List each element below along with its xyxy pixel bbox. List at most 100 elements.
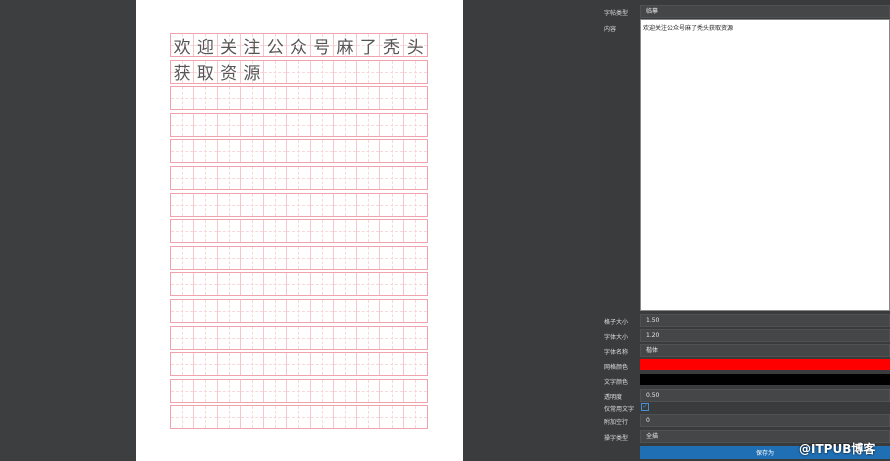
grid-cell <box>333 273 358 296</box>
grid-cell <box>171 299 195 322</box>
grid-cell <box>171 246 195 269</box>
row-extra-blank: 附加空行 0 <box>600 413 890 428</box>
grid-cell <box>240 220 265 243</box>
grid-cell <box>217 246 241 269</box>
grid-cell: 获 <box>171 60 195 85</box>
grid-cell <box>403 166 428 189</box>
grid-cell <box>264 273 288 296</box>
grid-cell <box>380 353 404 376</box>
grid-cell <box>380 220 404 243</box>
grid-cell <box>380 140 404 163</box>
text-color-picker[interactable] <box>640 374 890 385</box>
grid-cell <box>240 273 265 296</box>
extra-blank-input[interactable]: 0 <box>640 414 890 427</box>
row-font-name: 字体名称 楷体 <box>600 343 890 358</box>
grid-cell <box>287 140 311 163</box>
grid-cell: 了 <box>357 34 381 58</box>
grid-cell <box>403 273 428 296</box>
grid-cell <box>287 299 311 322</box>
grid-cell <box>380 60 404 83</box>
grid-cell <box>310 140 334 163</box>
grid-cell: 注 <box>240 34 265 58</box>
grid-row <box>170 325 428 350</box>
font-size-input[interactable]: 1.20 <box>640 329 890 342</box>
grid-cell <box>403 60 428 83</box>
grid-cell <box>403 220 428 243</box>
left-background <box>0 0 136 461</box>
grid-cell <box>194 193 218 216</box>
grid-size-input[interactable]: 1.50 <box>640 314 890 327</box>
text-color-label: 文字颜色 <box>604 379 629 386</box>
grid-cell <box>403 140 428 163</box>
watermark: @ITPUB博客 <box>799 442 876 456</box>
grid-cell <box>403 246 428 269</box>
cell-character: 秃 <box>383 37 401 58</box>
grid-cell <box>357 60 381 83</box>
extra-blank-label: 附加空行 <box>604 419 629 426</box>
grid-cell <box>380 193 404 216</box>
grid-cell <box>333 326 358 349</box>
cell-character: 公 <box>266 37 284 58</box>
tie-type-select[interactable]: 临摹 <box>640 5 890 18</box>
grid-cell <box>357 299 381 322</box>
grid-cell: 迎 <box>194 34 218 58</box>
grid-cell <box>380 299 404 322</box>
grid-cell <box>333 220 358 243</box>
grid-cell <box>171 140 195 163</box>
grid-cell <box>310 193 334 216</box>
grid-cell <box>287 87 311 110</box>
grid-color-label: 网格颜色 <box>604 364 629 371</box>
grid-cell <box>333 193 358 216</box>
grid-cell <box>240 246 265 269</box>
grid-cell <box>171 353 195 376</box>
grid-cell: 资 <box>217 60 241 85</box>
grid-cell <box>194 379 218 402</box>
grid-cell <box>171 87 195 110</box>
grid-cell <box>194 87 218 110</box>
grid-cell <box>217 140 241 163</box>
row-font-size: 字体大小 1.20 <box>600 328 890 343</box>
grid-cell <box>240 193 265 216</box>
grid-cell <box>357 273 381 296</box>
grid-cell <box>310 353 334 376</box>
grid-cell <box>357 406 381 429</box>
cell-character: 资 <box>220 64 238 85</box>
grid-cell: 麻 <box>333 34 358 58</box>
grid-cell <box>264 379 288 402</box>
grid-cell <box>217 326 241 349</box>
grid-cell <box>333 113 358 136</box>
cell-character: 获 <box>173 64 191 85</box>
grid-cell <box>171 273 195 296</box>
grid-cell <box>380 326 404 349</box>
grid-cell <box>240 299 265 322</box>
cell-character: 注 <box>243 37 261 58</box>
grid-cell <box>357 379 381 402</box>
font-name-select[interactable]: 楷体 <box>640 344 890 357</box>
grid-cell <box>240 406 265 429</box>
grid-cell <box>357 246 381 269</box>
grid-cell <box>403 379 428 402</box>
grid-cell <box>380 113 404 136</box>
grid-row: 欢迎关注公众号麻了秃头 <box>170 33 428 58</box>
grid-cell <box>357 220 381 243</box>
common-only-checkbox[interactable]: ✓ <box>641 403 649 411</box>
grid-cell <box>240 87 265 110</box>
cell-character: 欢 <box>173 37 191 58</box>
check-icon: ✓ <box>642 403 648 410</box>
grid-color-picker[interactable] <box>640 359 890 370</box>
content-textarea[interactable]: 欢迎关注公众号麻了秃头获取资源 <box>640 19 890 311</box>
grid-cell <box>194 220 218 243</box>
cell-character: 源 <box>243 64 261 85</box>
grid-cell: 公 <box>264 34 288 58</box>
grid-cell <box>264 166 288 189</box>
grid-cell <box>310 246 334 269</box>
grid-cell <box>264 140 288 163</box>
grid-cell <box>287 353 311 376</box>
grid-cell <box>264 113 288 136</box>
grid-cell <box>333 299 358 322</box>
grid-cell <box>403 193 428 216</box>
grid-cell <box>217 353 241 376</box>
grid-cell <box>264 326 288 349</box>
grid-cell <box>310 113 334 136</box>
grid-cell <box>310 326 334 349</box>
